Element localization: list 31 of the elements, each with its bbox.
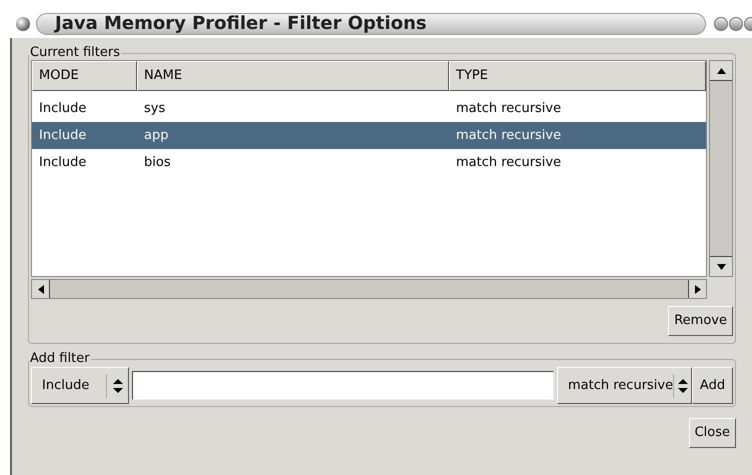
scroll-down-icon[interactable]: [710, 256, 732, 276]
horizontal-scrollbar[interactable]: [31, 279, 707, 299]
table-cell-text: match recursive: [455, 154, 562, 172]
add-button[interactable]: Add: [692, 367, 733, 404]
table-cell-text: match recursive: [455, 126, 562, 145]
group-label: Current filters: [29, 46, 121, 60]
mode-dropdown[interactable]: Include: [31, 367, 129, 404]
table-cell-text: match recursive: [455, 100, 562, 118]
vertical-scrollbar[interactable]: [709, 60, 733, 277]
column-header[interactable]: TYPE: [449, 61, 706, 91]
table-cell-text: app: [143, 126, 170, 145]
scroll-left-icon[interactable]: [32, 280, 50, 298]
close-button[interactable]: Close: [688, 418, 736, 448]
scroll-right-icon[interactable]: [688, 280, 706, 298]
group-label: Add filter: [29, 352, 91, 366]
table-cell-text: Include: [38, 100, 88, 118]
filter-name-field[interactable]: [132, 371, 554, 400]
window-title: Java Memory Profiler - Filter Options: [55, 14, 427, 34]
scroll-up-icon[interactable]: [710, 61, 732, 81]
table-cell-text: sys: [143, 100, 166, 118]
column-header[interactable]: MODE: [32, 61, 137, 91]
spinner-icon: [112, 378, 122, 392]
type-dropdown[interactable]: match recursive: [557, 367, 692, 404]
table-cell-text: bios: [143, 154, 172, 172]
column-header[interactable]: NAME: [137, 61, 449, 91]
spinner-icon: [678, 378, 688, 392]
remove-button[interactable]: Remove: [668, 306, 733, 336]
table-cell-text: Include: [38, 126, 88, 145]
table-cell-text: Include: [38, 154, 88, 172]
window-menu-icon[interactable]: [16, 17, 30, 31]
table-row[interactable]: Include app match recursive: [32, 122, 706, 149]
